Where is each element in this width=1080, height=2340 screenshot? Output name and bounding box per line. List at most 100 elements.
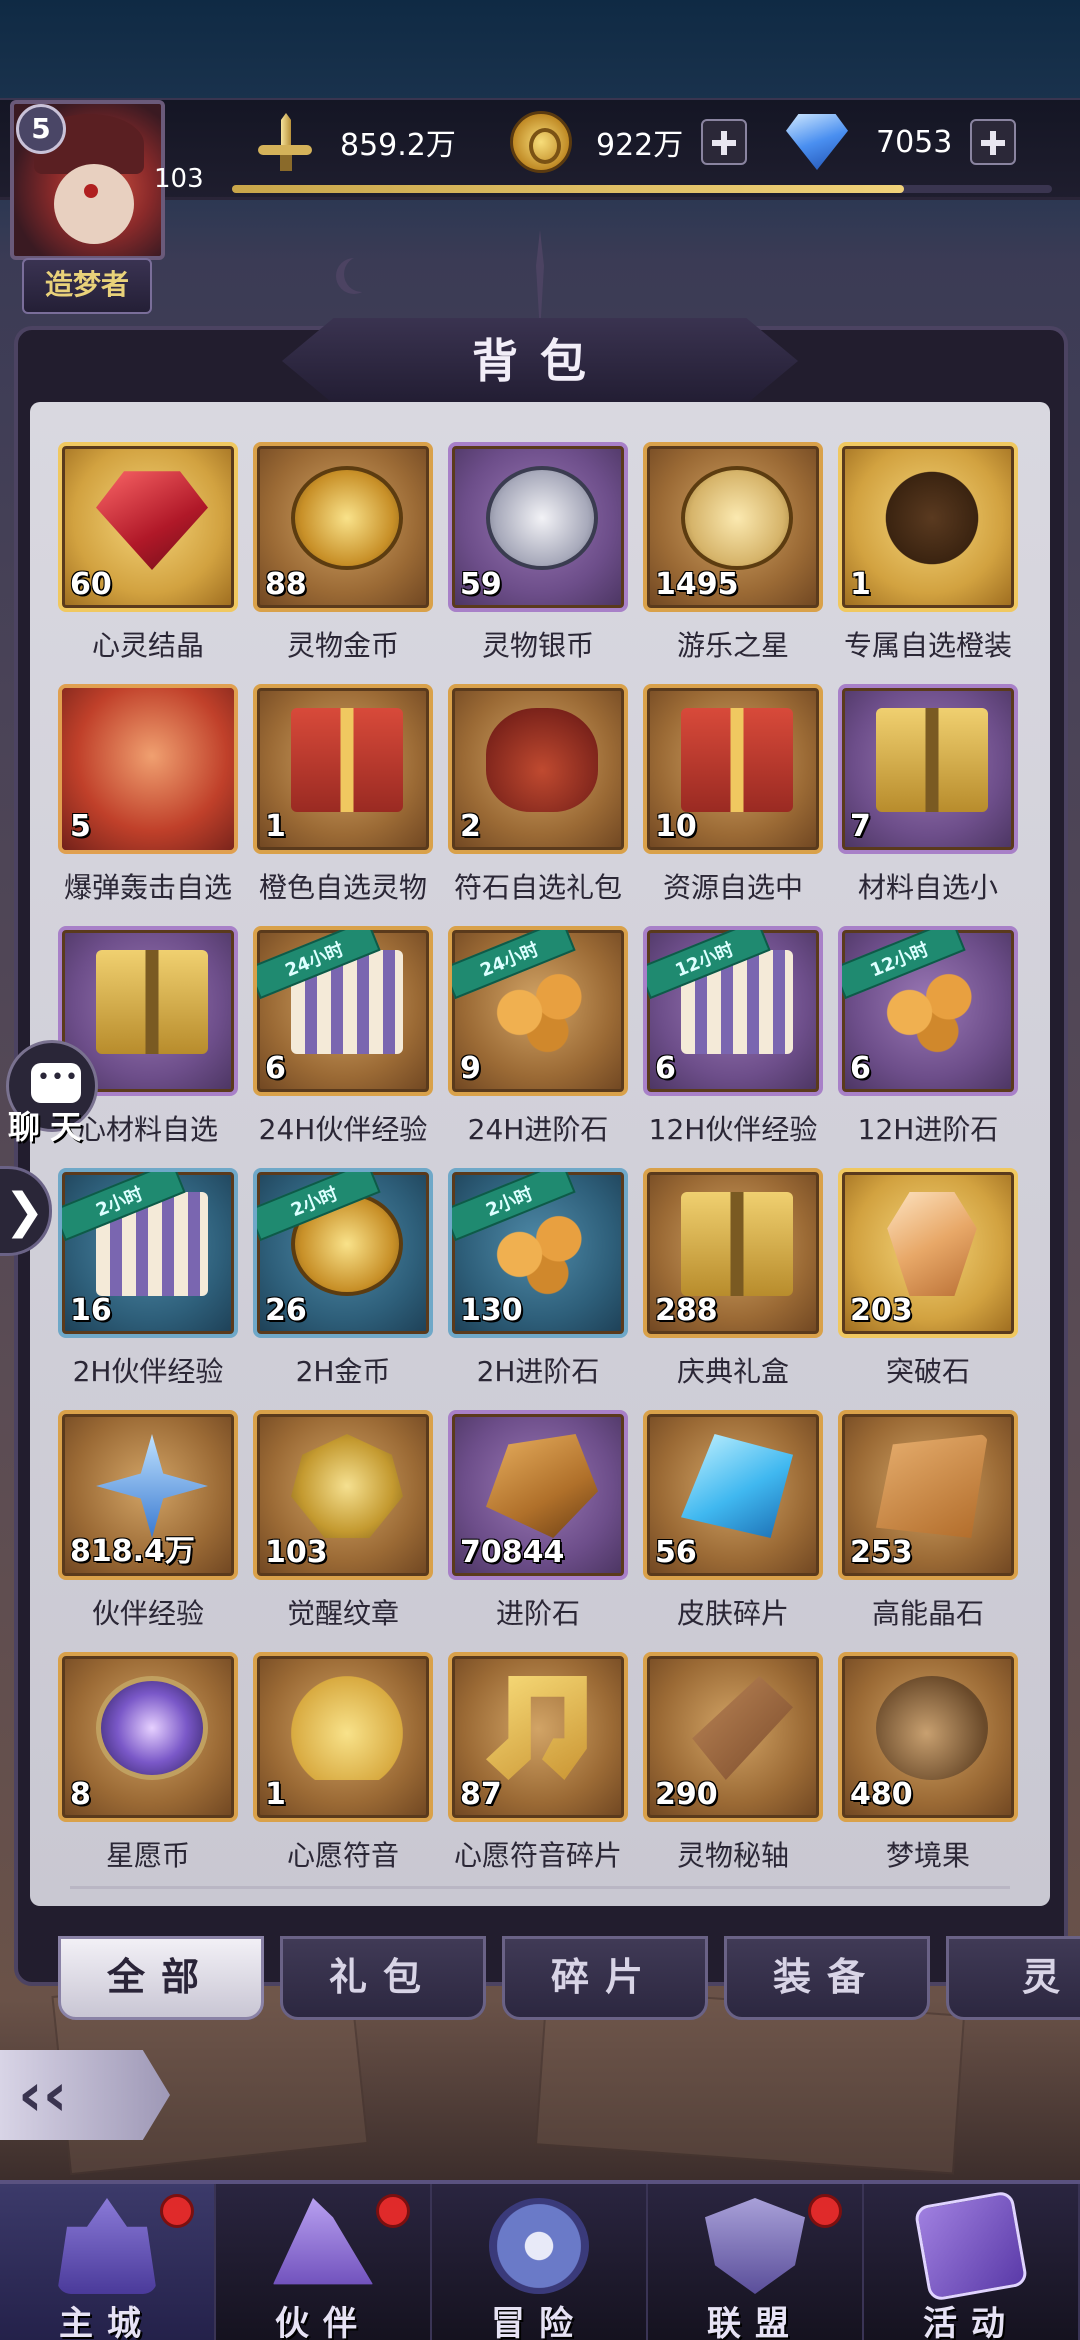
item-slot[interactable]: 1 [253, 1652, 433, 1822]
inventory-item[interactable]: 103 觉醒纹章 [253, 1410, 433, 1630]
item-slot[interactable]: 87 [448, 1652, 628, 1822]
inventory-panel[interactable]: 60 心灵结晶 88 灵物金币 59 灵物银币 1495 游乐之星 1 专属自选橙装 5 爆弹轰击自选… [30, 402, 1050, 1906]
player-level: 103 [154, 164, 204, 194]
nav-item-shield[interactable]: 联盟 [648, 2184, 864, 2340]
nav-item-cards[interactable]: 活动 [864, 2184, 1080, 2340]
item-icon [876, 708, 988, 812]
inventory-item[interactable]: 480 梦境果 [838, 1652, 1018, 1872]
inventory-item[interactable]: 288 庆典礼盒 [643, 1168, 823, 1388]
item-slot[interactable]: 2小时 26 [253, 1168, 433, 1338]
item-icon [486, 708, 598, 812]
add-gold-button[interactable] [701, 119, 748, 165]
tab-1[interactable]: 礼包 [280, 1936, 486, 2020]
item-slot[interactable]: 480 [838, 1652, 1018, 1822]
castle-icon [57, 2198, 157, 2294]
item-name: 觉醒纹章 [286, 1597, 399, 1630]
nav-item-castle[interactable]: 主城 [0, 2184, 216, 2340]
item-slot[interactable]: 2 [448, 684, 628, 854]
inventory-item[interactable]: 7 材料自选小 [838, 684, 1018, 904]
item-slot[interactable]: 2小时 16 [58, 1168, 238, 1338]
nav-item-compass[interactable]: 冒险 [432, 2184, 648, 2340]
tab-2[interactable]: 碎片 [502, 1936, 708, 2020]
inventory-item[interactable]: 8 星愿币 [58, 1652, 238, 1872]
back-button[interactable]: ‹‹ [0, 2050, 170, 2140]
item-slot[interactable]: 1495 [643, 442, 823, 612]
inventory-item[interactable]: 60 心灵结晶 [58, 442, 238, 662]
item-slot[interactable]: 253 [838, 1410, 1018, 1580]
tab-3[interactable]: 装备 [724, 1936, 930, 2020]
inventory-item[interactable]: 5 爆弹轰击自选 [58, 684, 238, 904]
item-count: 60 [70, 567, 112, 602]
item-count: 103 [265, 1535, 328, 1570]
item-slot[interactable]: 818.4万 [58, 1410, 238, 1580]
item-slot[interactable]: 1 [253, 684, 433, 854]
rank-title[interactable]: 造梦者 [22, 258, 152, 314]
inventory-item[interactable]: 2 符石自选礼包 [448, 684, 628, 904]
inventory-item[interactable]: 1495 游乐之星 [643, 442, 823, 662]
item-slot[interactable]: 56 [643, 1410, 823, 1580]
item-count: 6 [850, 1051, 871, 1086]
inventory-item[interactable]: 59 灵物银币 [448, 442, 628, 662]
item-count: 9 [460, 1051, 481, 1086]
item-slot[interactable]: 24小时 9 [448, 926, 628, 1096]
item-icon [681, 1192, 793, 1296]
inventory-item[interactable]: 1 专属自选橙装 [838, 442, 1018, 662]
inventory-item[interactable]: 24小时 6 24H伙伴经验 [253, 926, 433, 1146]
inventory-item[interactable]: 87 心愿符音碎片 [448, 1652, 628, 1872]
item-name: 2H金币 [295, 1355, 391, 1388]
tab-4[interactable]: 灵 [946, 1936, 1080, 2020]
item-slot[interactable]: 88 [253, 442, 433, 612]
item-slot[interactable]: 203 [838, 1168, 1018, 1338]
item-icon [887, 1192, 977, 1296]
item-slot[interactable]: 59 [448, 442, 628, 612]
hat-icon [273, 2198, 373, 2285]
inventory-item[interactable]: 2小时 130 2H进阶石 [448, 1168, 628, 1388]
item-name: 符石自选礼包 [453, 871, 622, 904]
back-arrow-icon: ‹‹ [18, 2060, 68, 2130]
gold-value: 922万 [596, 128, 684, 163]
inventory-item[interactable]: 1 橙色自选灵物 [253, 684, 433, 904]
item-count: 480 [850, 1777, 913, 1812]
inventory-item[interactable]: 88 灵物金币 [253, 442, 433, 662]
inventory-item[interactable]: 12小时 6 12H进阶石 [838, 926, 1018, 1146]
item-slot[interactable]: 103 [253, 1410, 433, 1580]
inventory-item[interactable]: 253 高能晶石 [838, 1410, 1018, 1630]
item-icon [96, 950, 208, 1054]
item-slot[interactable]: 290 [643, 1652, 823, 1822]
item-slot[interactable]: 5 [58, 684, 238, 854]
nav-item-hat[interactable]: 伙伴 [216, 2184, 432, 2340]
item-slot[interactable]: 10 [643, 684, 823, 854]
add-diamond-button[interactable] [970, 119, 1017, 165]
inventory-item[interactable]: 2小时 26 2H金币 [253, 1168, 433, 1388]
item-slot[interactable]: 2小时 130 [448, 1168, 628, 1338]
inventory-item[interactable]: 56 皮肤碎片 [643, 1410, 823, 1630]
item-name: 突破石 [885, 1355, 970, 1388]
item-name: 材料自选小 [857, 871, 998, 904]
inventory-item[interactable]: 12小时 6 12H伙伴经验 [643, 926, 823, 1146]
item-name: 星愿币 [105, 1839, 190, 1872]
item-icon [876, 1434, 988, 1538]
inventory-item[interactable]: 24小时 9 24H进阶石 [448, 926, 628, 1146]
item-slot[interactable]: 24小时 6 [253, 926, 433, 1096]
inventory-item[interactable]: 70844 进阶石 [448, 1410, 628, 1630]
inventory-item[interactable]: 2小时 16 2H伙伴经验 [58, 1168, 238, 1388]
item-slot[interactable]: 8 [58, 1652, 238, 1822]
item-slot[interactable]: 288 [643, 1168, 823, 1338]
coin-icon [510, 111, 572, 173]
tab-0[interactable]: 全部 [58, 1936, 264, 2020]
inventory-item[interactable]: 203 突破石 [838, 1168, 1018, 1388]
item-slot[interactable]: 70844 [448, 1410, 628, 1580]
nav-label: 冒险 [491, 2304, 587, 2340]
item-icon [486, 466, 598, 570]
item-slot[interactable]: 60 [58, 442, 238, 612]
inventory-item[interactable]: 290 灵物秘轴 [643, 1652, 823, 1872]
item-slot[interactable]: 12小时 6 [838, 926, 1018, 1096]
inventory-item[interactable]: 10 资源自选中 [643, 684, 823, 904]
inventory-item[interactable]: 818.4万 伙伴经验 [58, 1410, 238, 1630]
item-name: 心愿符音碎片 [453, 1839, 622, 1872]
item-slot[interactable]: 7 [838, 684, 1018, 854]
item-slot[interactable]: 1 [838, 442, 1018, 612]
chat-label[interactable]: 聊天 [8, 1102, 92, 1148]
item-slot[interactable]: 12小时 6 [643, 926, 823, 1096]
inventory-item[interactable]: 1 心愿符音 [253, 1652, 433, 1872]
